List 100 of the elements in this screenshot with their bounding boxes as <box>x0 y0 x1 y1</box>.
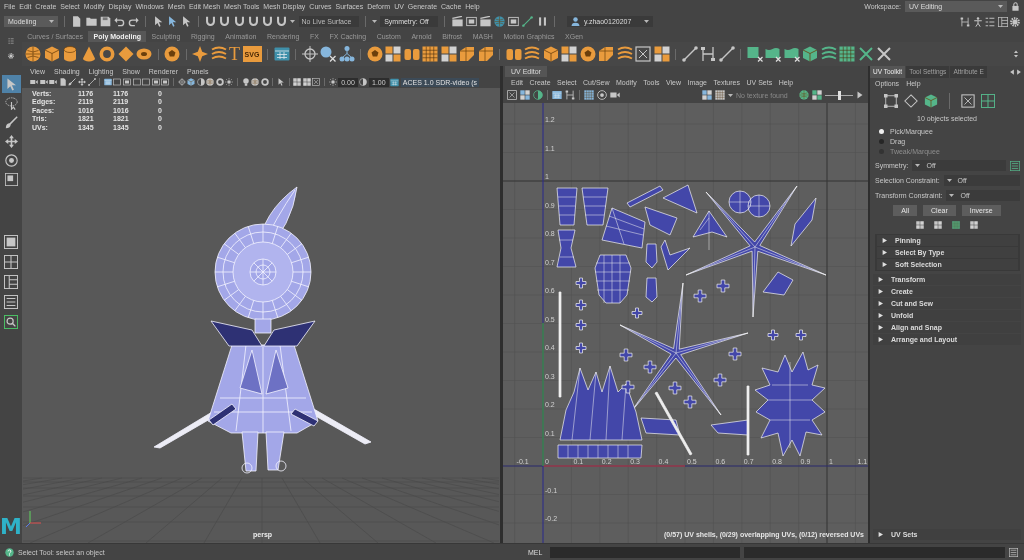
caret-icon[interactable] <box>371 20 377 23</box>
tiles-icon[interactable] <box>561 46 577 62</box>
diamond-outline-icon[interactable] <box>904 94 918 108</box>
h-frame-icon[interactable] <box>700 46 716 62</box>
half-circle-icon[interactable] <box>196 78 205 86</box>
line-segment-icon[interactable] <box>681 46 698 62</box>
framed-square-icon[interactable] <box>161 78 170 86</box>
bulb-icon[interactable] <box>241 78 250 86</box>
list-icon[interactable] <box>985 16 995 27</box>
crossed-frame-icon[interactable] <box>312 78 321 86</box>
caret-icon[interactable] <box>644 20 649 23</box>
settings-icon[interactable] <box>8 53 14 60</box>
folder-icon[interactable] <box>85 16 97 27</box>
caret-icon[interactable] <box>290 20 296 23</box>
caret-icon[interactable] <box>49 20 54 23</box>
tiles-icon[interactable] <box>293 78 302 86</box>
line-segment-icon[interactable] <box>718 46 735 62</box>
clapperboard-icon[interactable] <box>479 16 491 27</box>
disclosure-triangle-icon[interactable] <box>878 325 883 330</box>
left-triangle-icon[interactable] <box>1009 69 1015 75</box>
four-pane-icon[interactable] <box>981 94 995 108</box>
ball-icon[interactable] <box>579 46 596 62</box>
cursor-arrow-icon[interactable] <box>180 16 192 27</box>
crossed-frame-icon[interactable] <box>507 90 517 100</box>
ball-icon[interactable] <box>164 46 180 62</box>
cube-icon[interactable] <box>43 46 60 62</box>
wave-square-icon[interactable] <box>765 46 781 62</box>
checker-icon[interactable] <box>715 90 725 100</box>
tiles-icon[interactable] <box>302 78 311 86</box>
checker-icon[interactable] <box>422 46 438 62</box>
square-icon[interactable] <box>142 78 151 86</box>
list-pane-icon[interactable] <box>1009 547 1018 557</box>
brush-icon[interactable] <box>68 78 77 86</box>
line-segment-icon[interactable] <box>87 78 96 86</box>
tiles-icon[interactable] <box>916 221 924 229</box>
half-circle-icon[interactable] <box>533 90 543 100</box>
h-frame-icon[interactable] <box>565 90 575 100</box>
up-down-arrows-icon[interactable] <box>1012 50 1020 58</box>
grid-icon[interactable] <box>103 78 112 86</box>
dot-cross-icon[interactable] <box>320 46 336 62</box>
right-triangle-icon[interactable] <box>856 91 864 99</box>
disclosure-triangle-icon[interactable] <box>878 277 883 282</box>
wavy-lines-icon[interactable] <box>210 46 227 62</box>
cylinder-icon[interactable] <box>62 46 78 62</box>
clapperboard-icon[interactable] <box>451 16 463 27</box>
framed-square-icon[interactable] <box>151 78 160 86</box>
cross-icon[interactable] <box>857 46 874 62</box>
slider-thumb[interactable] <box>837 90 841 100</box>
cube-icon[interactable] <box>924 94 938 108</box>
tiles-icon[interactable] <box>970 221 978 229</box>
square-cross-icon[interactable] <box>746 46 763 62</box>
crosshair-icon[interactable] <box>301 46 318 62</box>
page-icon[interactable] <box>71 16 83 27</box>
list-pane-icon[interactable] <box>1010 160 1020 171</box>
tiles-icon[interactable] <box>812 90 822 100</box>
framed-square-icon[interactable] <box>465 16 477 27</box>
sphere-icon[interactable] <box>799 90 809 100</box>
handle-square-icon[interactable] <box>884 94 898 108</box>
checker-icon[interactable] <box>584 90 594 100</box>
list-pane-icon[interactable] <box>4 295 18 309</box>
caret-icon[interactable] <box>998 4 1003 8</box>
ring-icon[interactable] <box>215 78 224 86</box>
caret-icon[interactable] <box>949 194 955 197</box>
cursor-arrow-icon[interactable] <box>152 16 164 27</box>
tiles-icon[interactable] <box>520 90 530 100</box>
type-tool-button[interactable]: T <box>229 46 240 62</box>
node-tree-icon[interactable] <box>338 46 355 62</box>
diamond-icon[interactable] <box>117 46 134 62</box>
sun-icon[interactable] <box>225 78 234 86</box>
tiles-icon[interactable] <box>653 46 670 62</box>
disclosure-triangle-icon[interactable] <box>878 301 883 306</box>
sphere-icon[interactable] <box>251 78 260 86</box>
split-pane-icon[interactable] <box>997 16 1008 27</box>
checker-icon[interactable] <box>839 46 855 62</box>
sun-icon[interactable] <box>328 78 337 86</box>
ring-icon[interactable] <box>260 78 269 86</box>
redo-icon[interactable] <box>128 16 140 27</box>
wavy-lines-icon[interactable] <box>820 46 837 62</box>
magnet-icon[interactable] <box>219 16 231 27</box>
tiles-icon[interactable] <box>440 46 457 62</box>
line-segment-icon[interactable] <box>522 16 534 27</box>
person-silhouette-icon[interactable] <box>571 17 580 26</box>
search-icon[interactable] <box>4 315 18 329</box>
framed-square-icon[interactable] <box>122 78 131 86</box>
disclosure-triangle-icon[interactable] <box>878 337 883 342</box>
square-icon[interactable] <box>132 78 141 86</box>
sphere-icon[interactable] <box>494 16 506 27</box>
circle-dot-icon[interactable] <box>597 90 607 100</box>
grid-icon[interactable] <box>390 77 400 87</box>
undo-icon[interactable] <box>113 16 125 27</box>
sphere-icon[interactable] <box>25 46 41 62</box>
disclosure-triangle-icon[interactable] <box>878 289 883 294</box>
move-arrows-icon[interactable] <box>77 78 86 86</box>
box-icon[interactable] <box>598 46 614 62</box>
disc-icon[interactable] <box>136 46 152 62</box>
sphere-icon[interactable] <box>206 78 215 86</box>
radio-button[interactable] <box>879 138 884 144</box>
right-triangle-icon[interactable] <box>1016 69 1022 75</box>
half-circle-icon[interactable] <box>359 78 368 86</box>
box-icon[interactable] <box>459 46 475 62</box>
